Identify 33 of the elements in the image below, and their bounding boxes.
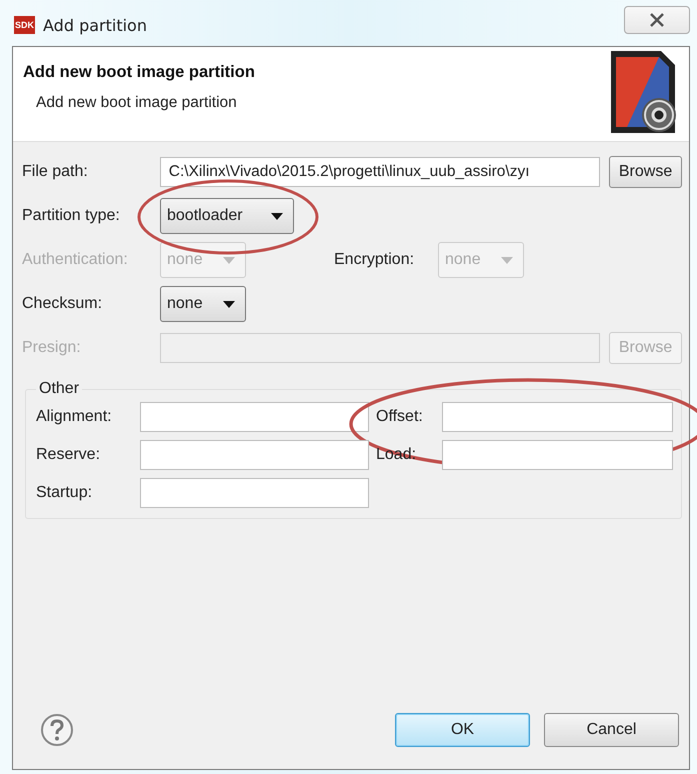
text-field[interactable] — [442, 440, 673, 470]
field-label: Reserve: — [36, 446, 102, 464]
field-label: Presign: — [22, 339, 82, 357]
text-field[interactable] — [140, 402, 369, 432]
field-label: Alignment: — [36, 408, 113, 426]
text-field[interactable] — [140, 440, 369, 470]
help-icon[interactable] — [40, 713, 74, 747]
text-field[interactable] — [442, 402, 673, 432]
dialog-heading: Add new boot image partition — [23, 63, 256, 82]
close-icon — [649, 13, 665, 27]
caret-icon — [223, 300, 235, 308]
field-label: Encryption: — [334, 251, 416, 269]
field-label: Startup: — [36, 484, 94, 502]
window-title: Add partition — [43, 16, 147, 34]
caret-icon — [271, 212, 283, 220]
field-label: Authentication: — [22, 251, 129, 269]
checksum-dropdown[interactable]: none — [160, 286, 246, 322]
browse-button[interactable]: Browse — [609, 156, 682, 188]
file-path-field[interactable]: C:\Xilinx\Vivado\2015.2\progetti\linux_uub_assiro\zyı — [160, 157, 600, 187]
field-label: File path: — [22, 163, 89, 181]
field-label: Partition type: — [22, 207, 121, 225]
caret-icon — [223, 256, 235, 264]
group-title: Other — [38, 380, 80, 398]
partition-type-dropdown[interactable]: bootloader — [160, 198, 294, 234]
caret-icon — [501, 256, 513, 264]
ok-button[interactable]: OK — [395, 713, 530, 747]
text-field[interactable] — [140, 478, 369, 508]
field-label: Offset: — [376, 408, 424, 426]
cancel-button[interactable]: Cancel — [544, 713, 679, 747]
close-button[interactable] — [624, 6, 690, 34]
field-label: Checksum: — [22, 295, 104, 313]
dialog-description: Add new boot image partition — [36, 94, 238, 112]
app-logo: SDK — [14, 16, 36, 34]
